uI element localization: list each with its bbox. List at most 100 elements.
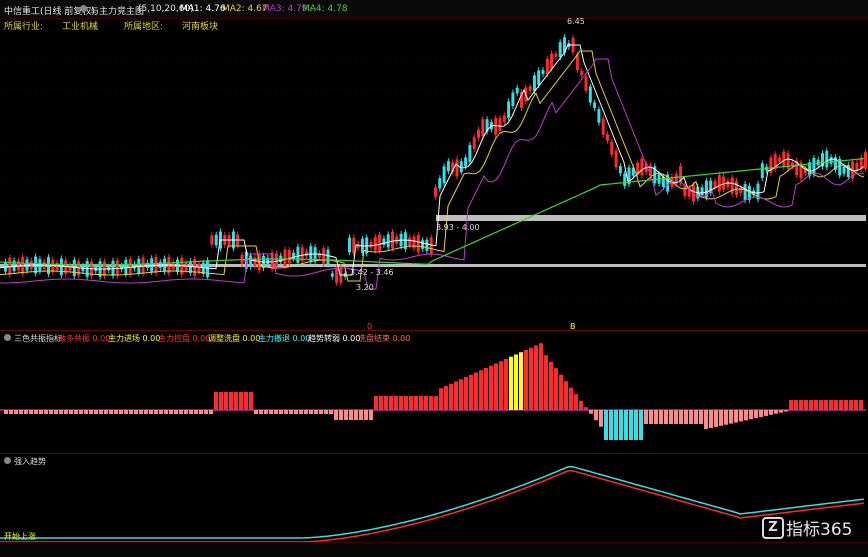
resonance-panel-title[interactable]: 三色共振指标 bbox=[14, 333, 62, 344]
histogram-bar bbox=[489, 365, 493, 410]
histogram-bar bbox=[229, 392, 233, 410]
histogram-bar bbox=[364, 410, 368, 420]
candlestick bbox=[438, 178, 442, 189]
histogram-bar bbox=[199, 410, 203, 414]
brand-logo-icon: Z bbox=[762, 517, 784, 539]
histogram-bar bbox=[849, 400, 853, 410]
resonance-legend-item: 主力撤退 0.00 bbox=[258, 334, 311, 343]
histogram-bar bbox=[134, 410, 138, 414]
histogram-bar bbox=[544, 355, 548, 410]
histogram-bar bbox=[799, 400, 803, 410]
histogram-bar bbox=[624, 410, 628, 440]
candlestick bbox=[554, 53, 558, 57]
histogram-bar bbox=[129, 410, 133, 414]
histogram-bar bbox=[279, 410, 283, 414]
histogram-bar bbox=[534, 345, 538, 410]
candlestick bbox=[322, 248, 326, 264]
histogram-bar bbox=[629, 410, 633, 440]
histogram-bar bbox=[644, 410, 648, 424]
histogram-bar bbox=[509, 356, 513, 410]
brand-name: 指标365 bbox=[786, 520, 853, 540]
histogram-bar bbox=[399, 396, 403, 410]
histogram-bar bbox=[514, 354, 518, 410]
panel-divider-2[interactable] bbox=[0, 453, 868, 454]
candlestick bbox=[640, 158, 644, 176]
histogram-bar bbox=[74, 410, 78, 414]
candlestick bbox=[550, 53, 554, 69]
histogram-bar bbox=[714, 410, 718, 427]
candlestick bbox=[700, 187, 704, 196]
histogram-bar bbox=[559, 374, 563, 410]
candlestick bbox=[782, 151, 786, 167]
histogram-bar bbox=[179, 410, 183, 414]
candlestick bbox=[391, 231, 394, 249]
histogram-bar bbox=[34, 410, 38, 414]
histogram-bar bbox=[844, 400, 848, 410]
histogram-bar bbox=[619, 410, 623, 440]
histogram-bar bbox=[854, 400, 858, 410]
candlestick bbox=[601, 118, 605, 135]
histogram-bar bbox=[99, 410, 103, 414]
histogram-bar bbox=[44, 410, 48, 414]
histogram-bar bbox=[124, 410, 128, 414]
histogram-bar bbox=[269, 410, 273, 414]
candlestick bbox=[593, 102, 597, 109]
histogram-bar bbox=[749, 410, 753, 420]
histogram-bar bbox=[339, 410, 343, 420]
histogram-bar bbox=[659, 410, 663, 424]
histogram-bar bbox=[584, 407, 588, 410]
candlestick bbox=[726, 180, 730, 187]
candlestick bbox=[283, 249, 287, 267]
candlestick bbox=[537, 70, 541, 85]
histogram-bar bbox=[639, 410, 643, 440]
candlestick bbox=[386, 234, 390, 248]
histogram-bar bbox=[464, 376, 468, 410]
candlestick bbox=[468, 144, 472, 162]
candlestick bbox=[72, 259, 76, 277]
low-price-label: 3.20 bbox=[356, 283, 374, 292]
panel-toggle-icon-2[interactable] bbox=[4, 457, 11, 466]
histogram-bar bbox=[164, 410, 168, 414]
trend-line-cyan bbox=[0, 465, 865, 539]
candlestick bbox=[580, 70, 584, 76]
histogram-bar bbox=[169, 410, 173, 414]
histogram-bar bbox=[159, 410, 163, 414]
histogram-bar bbox=[769, 410, 773, 415]
histogram-bar bbox=[24, 410, 28, 414]
candlestick bbox=[481, 119, 485, 137]
histogram-bar bbox=[759, 410, 763, 418]
candlestick bbox=[429, 237, 433, 255]
histogram-bar bbox=[349, 410, 353, 420]
candlestick bbox=[434, 187, 437, 197]
histogram-bar bbox=[729, 410, 733, 424]
histogram-bar bbox=[64, 410, 68, 414]
candlestick bbox=[864, 151, 867, 169]
histogram-bar bbox=[119, 410, 123, 414]
candlestick bbox=[446, 161, 450, 172]
histogram-bar bbox=[234, 392, 238, 410]
candlestick bbox=[210, 235, 214, 245]
histogram-bar bbox=[539, 343, 543, 410]
histogram-bar bbox=[424, 396, 428, 410]
histogram-bar bbox=[484, 367, 488, 410]
trend-panel-title[interactable]: 强入趋势 bbox=[14, 456, 46, 467]
histogram-bar bbox=[684, 410, 688, 424]
candlestick bbox=[623, 173, 627, 186]
candlestick bbox=[373, 236, 377, 251]
panel-divider-1[interactable] bbox=[0, 330, 868, 331]
candlestick bbox=[477, 129, 480, 138]
histogram-bar bbox=[804, 400, 808, 410]
high-price-label: 6.45 bbox=[567, 17, 585, 26]
panel-toggle-icon[interactable] bbox=[4, 334, 11, 343]
candlestick bbox=[326, 249, 330, 265]
candlestick bbox=[128, 258, 132, 275]
candlestick bbox=[515, 87, 519, 94]
histogram-bar bbox=[309, 410, 313, 414]
histogram-bar bbox=[154, 410, 158, 414]
candlestick bbox=[614, 150, 618, 168]
histogram-bar bbox=[444, 385, 448, 410]
period-tab-bar[interactable] bbox=[0, 542, 868, 557]
histogram-bar bbox=[634, 410, 638, 440]
brand-watermark: Z 指标365 bbox=[762, 515, 862, 540]
candlestick bbox=[124, 259, 128, 275]
